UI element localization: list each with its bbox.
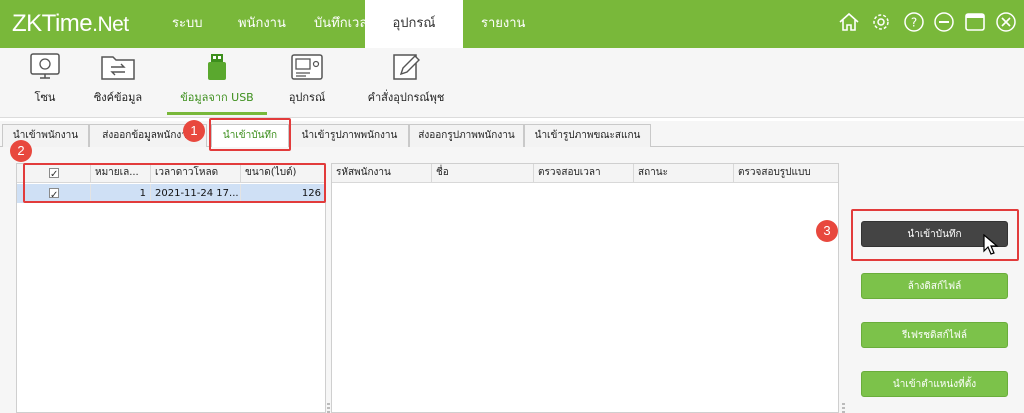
toolbar-sync-label: ซิงค์ข้อมูล <box>93 91 143 104</box>
header-name[interactable]: ชื่อ <box>432 164 534 183</box>
annotation-box-step1 <box>209 118 291 151</box>
close-icon[interactable] <box>995 11 1017 33</box>
toolbar-usb-data[interactable]: ข้อมูลจาก USB <box>172 52 262 106</box>
import-location-button[interactable]: นำเข้าตำแหน่งที่ตั้ง <box>861 371 1008 397</box>
toolbar-device-label: อุปกรณ์ <box>288 91 326 104</box>
tab-export-employee-photos[interactable]: ส่งออกรูปภาพพนักงาน <box>409 124 524 147</box>
annotation-badge-step3: 3 <box>816 220 838 242</box>
nav-device[interactable]: อุปกรณ์ <box>365 0 463 48</box>
edit-note-icon <box>393 54 420 80</box>
nav-system[interactable]: ระบบ <box>158 0 216 48</box>
tab-import-employee-photos[interactable]: นำเข้ารูปภาพพนักงาน <box>290 124 409 147</box>
toolbar-push-label: คำสั่งอุปกรณ์พุช <box>367 91 445 104</box>
toolbar-usb-label: ข้อมูลจาก USB <box>180 91 254 104</box>
usb-subtabs: นำเข้าพนักงาน ส่งออกข้อมูลพนักงาน นำเข้า… <box>0 121 1024 148</box>
toolbar-active-indicator <box>167 112 267 115</box>
maximize-icon[interactable] <box>964 11 986 33</box>
records-scroll-handle[interactable] <box>842 403 845 413</box>
device-icon <box>291 54 323 80</box>
header-employee-id[interactable]: รหัสพนักงาน <box>332 164 432 183</box>
annotation-badge-step1: 1 <box>183 120 205 142</box>
refresh-disk-files-button[interactable]: รีเฟรชดิสก์ไฟล์ <box>861 322 1008 348</box>
nav-report[interactable]: รายงาน <box>467 0 539 48</box>
device-toolbar: โซน ซิงค์ข้อมูล ข้อมูลจาก USB อุปกรณ์ คำ… <box>0 48 1024 118</box>
annotation-badge-step2: 2 <box>10 140 32 162</box>
annotation-box-step2 <box>23 163 326 203</box>
usb-drive-icon <box>208 54 226 80</box>
splitter-handle[interactable] <box>327 403 330 413</box>
header-verify-time[interactable]: ตรวจสอบเวลา <box>534 164 634 183</box>
toolbar-push-command[interactable]: คำสั่งอุปกรณ์พุช <box>360 52 452 106</box>
clear-disk-files-button[interactable]: ล้างดิสก์ไฟล์ <box>861 273 1008 299</box>
home-icon[interactable] <box>838 11 860 33</box>
toolbar-zone[interactable]: โซน <box>20 52 70 106</box>
records-header: รหัสพนักงาน ชื่อ ตรวจสอบเวลา สถานะ ตรวจส… <box>332 164 838 183</box>
monitor-icon <box>30 53 60 79</box>
tab-import-scan-photos[interactable]: นำเข้ารูปภาพขณะสแกน <box>524 124 651 147</box>
top-bar: ZKTime.Net ระบบ พนักงาน บันทึกเวลา อุปกร… <box>0 0 1024 48</box>
toolbar-device[interactable]: อุปกรณ์ <box>282 52 332 106</box>
folder-sync-icon <box>101 56 135 80</box>
header-status[interactable]: สถานะ <box>634 164 734 183</box>
nav-employee[interactable]: พนักงาน <box>224 0 300 48</box>
help-icon[interactable]: ? <box>903 11 925 33</box>
toolbar-zone-label: โซน <box>34 91 56 104</box>
records-table: รหัสพนักงาน ชื่อ ตรวจสอบเวลา สถานะ ตรวจส… <box>331 163 839 413</box>
app-logo: ZKTime.Net <box>12 10 129 37</box>
annotation-box-step3 <box>851 209 1019 261</box>
minimize-icon[interactable] <box>933 11 955 33</box>
toolbar-sync-data[interactable]: ซิงค์ข้อมูล <box>88 52 148 106</box>
header-verify-mode[interactable]: ตรวจสอบรูปแบบ <box>734 164 838 183</box>
svg-text:?: ? <box>911 16 917 30</box>
gear-icon[interactable] <box>870 11 892 33</box>
